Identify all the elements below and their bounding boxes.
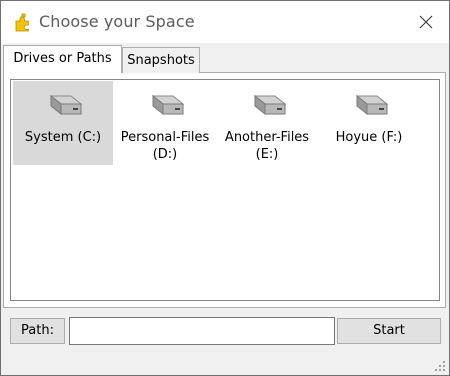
start-button[interactable]: Start bbox=[337, 318, 441, 344]
hard-drive-icon bbox=[253, 94, 287, 116]
hard-drive-icon bbox=[49, 94, 83, 116]
tab-strip: Drives or Paths Snapshots bbox=[1, 43, 449, 73]
drive-label: Another-Files (E:) bbox=[224, 130, 310, 162]
drive-item-c[interactable]: System (C:) bbox=[13, 81, 113, 165]
resize-grip-icon[interactable] bbox=[434, 360, 446, 372]
tab-panel: System (C:) Personal-Files (D:) Another-… bbox=[3, 72, 446, 308]
drive-label: System (C:) bbox=[24, 130, 102, 145]
drive-label: Hoyue (F:) bbox=[335, 130, 403, 145]
drive-item-f[interactable]: Hoyue (F:) bbox=[319, 81, 419, 165]
tab-drives-or-paths[interactable]: Drives or Paths bbox=[3, 45, 122, 73]
drive-list[interactable]: System (C:) Personal-Files (D:) Another-… bbox=[10, 79, 440, 301]
window-title: Choose your Space bbox=[39, 12, 195, 31]
path-label: Path: bbox=[10, 318, 65, 344]
drive-label: Personal-Files (D:) bbox=[120, 130, 210, 162]
close-icon bbox=[419, 15, 433, 29]
tab-snapshots[interactable]: Snapshots bbox=[122, 47, 200, 73]
hard-drive-icon bbox=[355, 94, 389, 116]
path-input[interactable] bbox=[69, 317, 335, 345]
puzzle-piece-icon bbox=[13, 12, 33, 32]
tab-label: Snapshots bbox=[127, 53, 195, 68]
dialog-window: Choose your Space Drives or Paths Snapsh… bbox=[0, 0, 450, 376]
title-bar[interactable]: Choose your Space bbox=[1, 1, 449, 43]
drive-item-e[interactable]: Another-Files (E:) bbox=[217, 81, 317, 165]
tab-label: Drives or Paths bbox=[13, 51, 112, 66]
close-button[interactable] bbox=[403, 1, 449, 43]
path-bar: Path: Start bbox=[1, 314, 449, 354]
hard-drive-icon bbox=[151, 94, 185, 116]
drive-item-d[interactable]: Personal-Files (D:) bbox=[115, 81, 215, 165]
